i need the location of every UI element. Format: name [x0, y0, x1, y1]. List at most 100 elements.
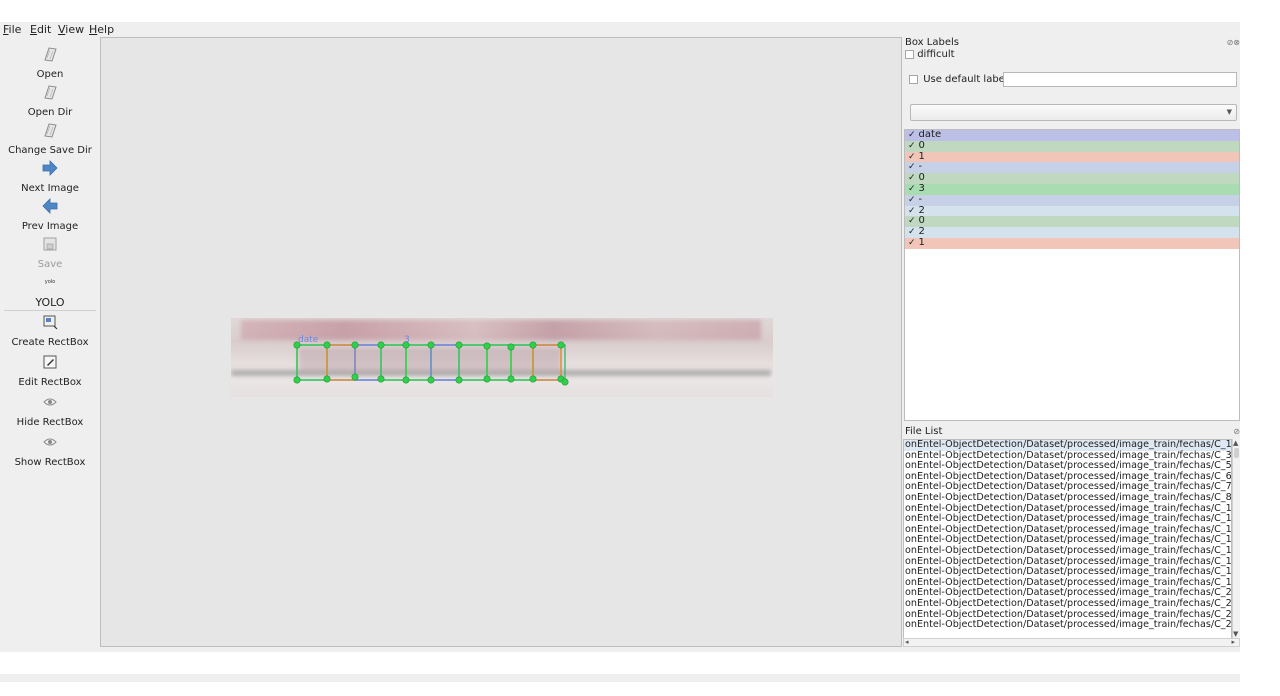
- rectbox-digit[interactable]: [296, 344, 328, 381]
- change-save-dir-button[interactable]: Change Save Dir: [0, 121, 100, 157]
- change-save-dir-icon: [41, 121, 59, 139]
- difficult-checkbox[interactable]: [905, 49, 914, 59]
- menu-edit[interactable]: Edit: [30, 22, 51, 37]
- rectbox-handle[interactable]: [402, 376, 410, 384]
- rectbox-handle[interactable]: [529, 375, 537, 383]
- rectbox-handle[interactable]: [427, 376, 435, 384]
- yolo-icon: yolo: [44, 279, 56, 285]
- file-list[interactable]: onEntel-ObjectDetection/Dataset/processe…: [903, 439, 1232, 647]
- rectbox-digit[interactable]: [405, 344, 432, 381]
- scroll-left-icon[interactable]: ◂: [905, 638, 909, 646]
- yolo-button[interactable]: yolo YOLO: [0, 273, 100, 309]
- rectbox-handle[interactable]: [377, 341, 385, 349]
- rectbox-handle[interactable]: [557, 341, 565, 349]
- label-list-item[interactable]: ✓ 0: [905, 172, 1239, 184]
- use-default-label-row: Use default label: [909, 72, 1008, 88]
- rectbox-digit[interactable]: [486, 344, 512, 381]
- difficult-label: difficult: [917, 49, 955, 60]
- rectbox-digit[interactable]: [326, 344, 356, 381]
- check-icon[interactable]: ✓: [908, 206, 916, 216]
- label-list-item[interactable]: ✓ 2: [905, 205, 1239, 217]
- file-list-item[interactable]: onEntel-ObjectDetection/Dataset/processe…: [904, 440, 1231, 451]
- rectbox-handle[interactable]: [323, 341, 331, 349]
- box-labels-dock-buttons[interactable]: ⊘⊗: [1227, 38, 1240, 47]
- label-list-item-text: 0: [918, 172, 925, 184]
- label-list-item[interactable]: ✓ -: [905, 161, 1239, 174]
- rectbox-digit[interactable]: [510, 344, 534, 381]
- check-icon[interactable]: ✓: [908, 238, 916, 248]
- default-label-input[interactable]: [1003, 72, 1237, 87]
- rectbox-handle[interactable]: [293, 376, 301, 384]
- canvas-hscroll[interactable]: [100, 647, 902, 652]
- change-save-dir-label: Change Save Dir: [8, 145, 92, 156]
- check-icon[interactable]: ✓: [908, 152, 916, 162]
- create-rectbox-label: Create RectBox: [11, 337, 89, 348]
- label-list-item[interactable]: ✓ 0: [905, 215, 1239, 228]
- scroll-down-icon[interactable]: ▼: [1233, 630, 1238, 638]
- file-list-item[interactable]: onEntel-ObjectDetection/Dataset/processe…: [904, 545, 1231, 557]
- hide-rectbox-button[interactable]: Hide RectBox: [0, 393, 100, 429]
- rectbox-digit[interactable]: [380, 344, 407, 381]
- check-icon[interactable]: ✓: [908, 216, 916, 226]
- scroll-right-icon[interactable]: ▸: [1231, 638, 1235, 646]
- check-icon[interactable]: ✓: [908, 195, 916, 205]
- rectbox-handle[interactable]: [323, 375, 331, 383]
- label-list-item[interactable]: ✓ 1: [905, 151, 1239, 163]
- rectbox-handle[interactable]: [483, 375, 491, 383]
- scroll-up-icon[interactable]: ▲: [1233, 439, 1238, 447]
- label-list[interactable]: ✓ date ✓ 0 ✓ 1 ✓ - ✓ 0 ✓ 3 ✓ - ✓ 2 ✓ 0 ✓ 2 ✓ 1: [904, 129, 1240, 421]
- label-list-item[interactable]: ✓ 2: [905, 226, 1239, 238]
- label-list-item[interactable]: ✓ -: [905, 194, 1239, 206]
- menu-view[interactable]: View: [58, 22, 84, 37]
- open-dir-button[interactable]: Open Dir: [0, 83, 100, 119]
- check-icon[interactable]: ✓: [908, 227, 916, 237]
- menu-help[interactable]: Help: [89, 22, 114, 37]
- rectbox-handle[interactable]: [507, 375, 515, 383]
- create-rectbox-button[interactable]: Create RectBox: [0, 313, 100, 349]
- rectbox-handle[interactable]: [351, 373, 359, 381]
- file-list-dock-buttons[interactable]: ⊘: [1233, 427, 1240, 436]
- check-icon[interactable]: ✓: [908, 173, 916, 183]
- rectbox-handle[interactable]: [455, 376, 463, 384]
- rectbox-handle[interactable]: [377, 375, 385, 383]
- next-image-button[interactable]: Next Image: [0, 159, 100, 195]
- menu-file[interactable]: File: [3, 22, 21, 37]
- rectbox-handle[interactable]: [427, 341, 435, 349]
- left-toolbar: Open Open Dir Change Save Dir Next Image…: [0, 37, 100, 652]
- label-list-item[interactable]: ✓ date: [905, 130, 1239, 141]
- rectbox-handle[interactable]: [455, 341, 463, 349]
- file-list-hscroll[interactable]: ◂ ▸: [903, 638, 1240, 647]
- label-list-item[interactable]: ✓ 1: [905, 237, 1239, 249]
- file-list-item[interactable]: onEntel-ObjectDetection/Dataset/processe…: [904, 619, 1231, 631]
- edit-rectbox-button[interactable]: Edit RectBox: [0, 353, 100, 389]
- image-canvas[interactable]: date 3: [100, 37, 902, 647]
- prev-image-button[interactable]: Prev Image: [0, 197, 100, 233]
- show-rectbox-button[interactable]: Show RectBox: [0, 433, 100, 469]
- save-button[interactable]: Save: [0, 235, 100, 271]
- file-list-scroll-thumb[interactable]: [1234, 448, 1239, 458]
- open-button[interactable]: Open: [0, 45, 100, 81]
- file-list-item[interactable]: onEntel-ObjectDetection/Dataset/processe…: [904, 598, 1231, 610]
- rectbox-handle[interactable]: [351, 341, 359, 349]
- file-list-item[interactable]: onEntel-ObjectDetection/Dataset/processe…: [904, 492, 1231, 504]
- label-list-item[interactable]: ✓ 0: [905, 140, 1239, 152]
- create-rectbox-icon: [41, 313, 59, 331]
- check-icon[interactable]: ✓: [908, 130, 916, 140]
- open-icon: [41, 45, 59, 63]
- rectbox-digit[interactable]: [430, 344, 460, 381]
- rectbox-handle[interactable]: [483, 342, 491, 350]
- menu-bar: File Edit View Help: [0, 22, 1240, 37]
- use-default-label-checkbox[interactable]: [909, 74, 918, 84]
- check-icon[interactable]: ✓: [908, 162, 916, 172]
- rectbox-digit[interactable]: [532, 344, 562, 381]
- rectbox-handle[interactable]: [529, 341, 537, 349]
- rectbox-digit[interactable]: [354, 344, 382, 381]
- check-icon[interactable]: ✓: [908, 184, 916, 194]
- rectbox-digit[interactable]: [458, 344, 488, 381]
- check-icon[interactable]: ✓: [908, 141, 916, 151]
- label-list-item[interactable]: ✓ 3: [905, 183, 1239, 195]
- rectbox-handle[interactable]: [561, 378, 569, 386]
- rectbox-handle[interactable]: [507, 343, 515, 351]
- file-list-vscroll[interactable]: ▲ ▼: [1232, 439, 1240, 638]
- label-combo-box[interactable]: ▼: [910, 104, 1237, 121]
